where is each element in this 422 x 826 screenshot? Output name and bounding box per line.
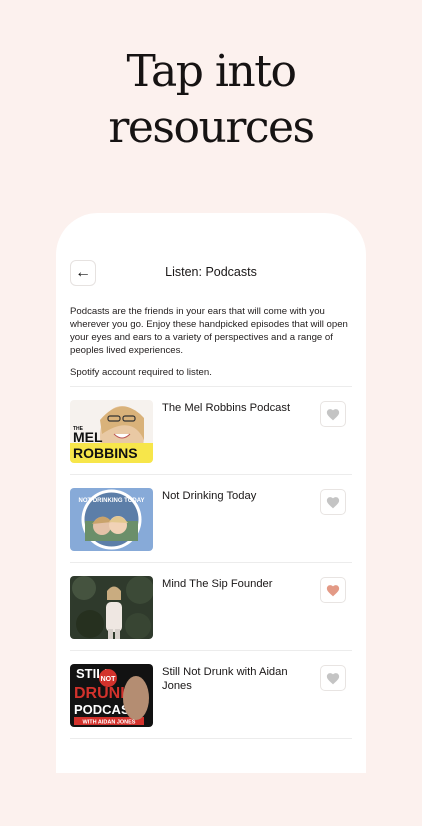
spotify-note: Spotify account required to listen. bbox=[70, 367, 212, 378]
page-title: Listen: Podcasts bbox=[165, 265, 257, 279]
hero-heading: Tap into resources bbox=[0, 44, 422, 156]
top-nav: ← Listen: Podcasts bbox=[70, 260, 352, 286]
podcast-title: Not Drinking Today bbox=[162, 490, 257, 502]
podcast-title: Mind The Sip Founder bbox=[162, 578, 273, 590]
hero-line-2: resources bbox=[108, 102, 315, 153]
podcast-title: Still Not Drunk with Aidan Jones bbox=[162, 666, 288, 692]
podcast-item[interactable]: Mind The Sip Founder bbox=[70, 562, 352, 650]
podcast-list: THE MEL ROBBINS The Mel Robbins Podcast bbox=[70, 386, 352, 826]
cover-text-not: NOT bbox=[101, 676, 117, 683]
podcast-cover-image: NOT DRINKING TODAY bbox=[70, 488, 153, 551]
podcast-item[interactable]: STILL NOT DRUNK PODCAST WITH AIDAN JONES… bbox=[70, 650, 352, 738]
podcast-cover-image bbox=[70, 576, 153, 639]
heart-icon bbox=[326, 408, 340, 420]
list-end-divider bbox=[70, 738, 352, 826]
heart-icon bbox=[326, 496, 340, 508]
intro-text: Podcasts are the friends in your ears th… bbox=[70, 306, 348, 356]
favorite-button[interactable] bbox=[320, 665, 346, 691]
cover-text-with-aidan: WITH AIDAN JONES bbox=[83, 720, 136, 726]
cover-text: NOT DRINKING TODAY bbox=[78, 498, 144, 504]
cover-text-mel: MEL bbox=[73, 429, 103, 445]
favorite-button[interactable] bbox=[320, 489, 346, 515]
favorite-button[interactable] bbox=[320, 401, 346, 427]
favorite-button[interactable] bbox=[320, 577, 346, 603]
podcast-cover-image: STILL NOT DRUNK PODCAST WITH AIDAN JONES bbox=[70, 664, 153, 727]
podcast-cover-image: THE MEL ROBBINS bbox=[70, 400, 153, 463]
podcast-item[interactable]: NOT DRINKING TODAY Not Drinking Today bbox=[70, 474, 352, 562]
cover-text-robbins: ROBBINS bbox=[73, 445, 138, 461]
hero-line-1: Tap into bbox=[126, 46, 297, 97]
heart-icon bbox=[326, 672, 340, 684]
podcast-item[interactable]: THE MEL ROBBINS The Mel Robbins Podcast bbox=[70, 386, 352, 474]
phone-screen: ← Listen: Podcasts Podcasts are the frie… bbox=[56, 213, 366, 773]
podcast-title: The Mel Robbins Podcast bbox=[162, 402, 291, 414]
heart-icon bbox=[326, 584, 340, 596]
